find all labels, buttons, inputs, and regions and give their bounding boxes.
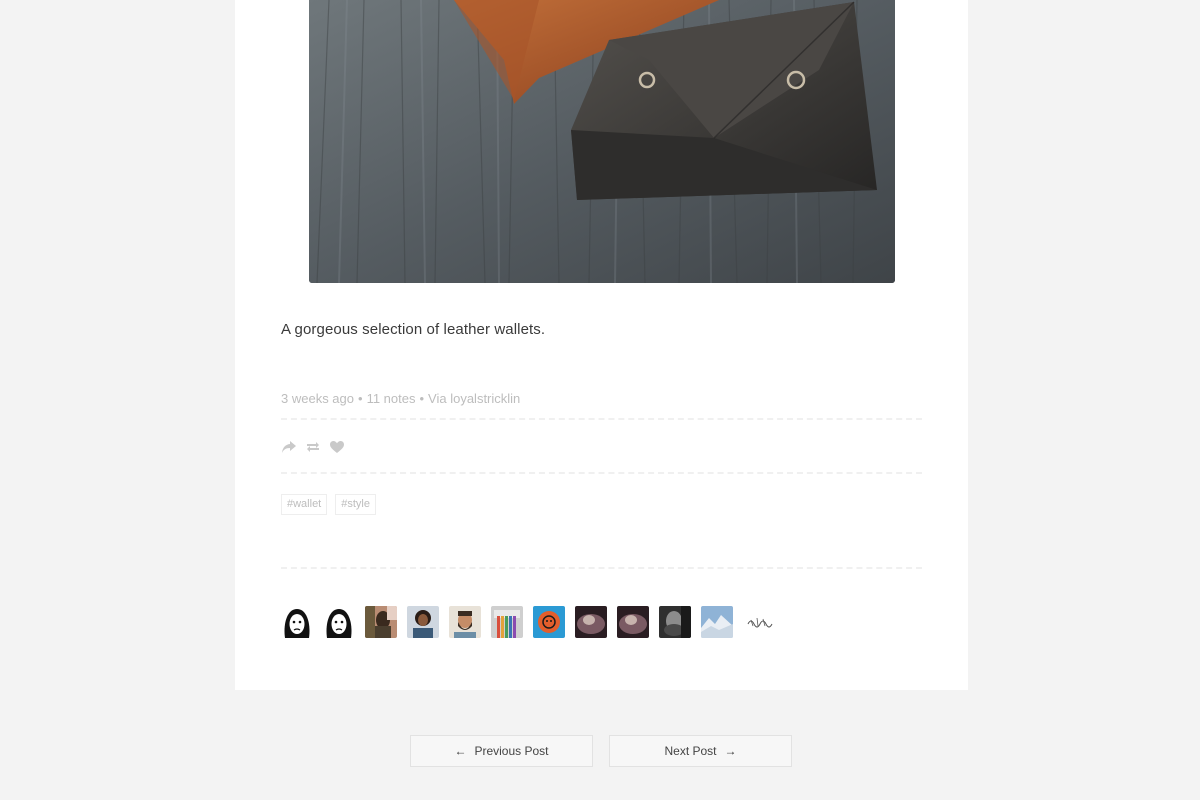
post-caption: A gorgeous selection of leather wallets.	[281, 321, 546, 338]
notes-avatars	[281, 606, 775, 638]
avatar[interactable]	[701, 606, 733, 638]
avatar[interactable]	[323, 606, 355, 638]
avatar[interactable]	[533, 606, 565, 638]
avatar[interactable]	[449, 606, 481, 638]
post-time[interactable]: 3 weeks ago	[281, 391, 354, 406]
post-card: A gorgeous selection of leather wallets.…	[235, 0, 968, 690]
post-via-link[interactable]: Via loyalstricklin	[428, 391, 520, 406]
avatar[interactable]	[743, 606, 775, 638]
avatar[interactable]	[365, 606, 397, 638]
like-heart-icon[interactable]	[329, 439, 345, 455]
divider	[281, 418, 922, 420]
share-icon[interactable]	[281, 439, 297, 455]
next-post-button[interactable]: Next Post →	[609, 735, 792, 767]
separator-dot: •	[419, 391, 425, 406]
avatar[interactable]	[491, 606, 523, 638]
divider	[281, 472, 922, 474]
post-photo-leather-wallets	[309, 0, 895, 283]
separator-dot: •	[358, 391, 363, 406]
avatar[interactable]	[659, 606, 691, 638]
arrow-left-icon: ←	[454, 744, 467, 758]
next-post-label: Next Post	[664, 744, 717, 758]
tag-style[interactable]: #style	[335, 494, 376, 515]
post-pagination: ← Previous Post Next Post →	[410, 735, 792, 767]
previous-post-button[interactable]: ← Previous Post	[410, 735, 593, 767]
reblog-icon[interactable]	[305, 439, 321, 455]
divider	[281, 567, 922, 569]
post-actions	[281, 438, 345, 456]
post-notes-count[interactable]: 11 notes	[367, 391, 416, 406]
avatar[interactable]	[575, 606, 607, 638]
post-tags: #wallet #style	[281, 494, 376, 515]
avatar[interactable]	[617, 606, 649, 638]
post-meta: 3 weeks ago • 11 notes • Via loyalstricklin	[281, 391, 520, 406]
avatar[interactable]	[407, 606, 439, 638]
previous-post-label: Previous Post	[474, 744, 549, 758]
arrow-right-icon: →	[724, 744, 737, 758]
tag-wallet[interactable]: #wallet	[281, 494, 328, 515]
avatar[interactable]	[281, 606, 313, 638]
